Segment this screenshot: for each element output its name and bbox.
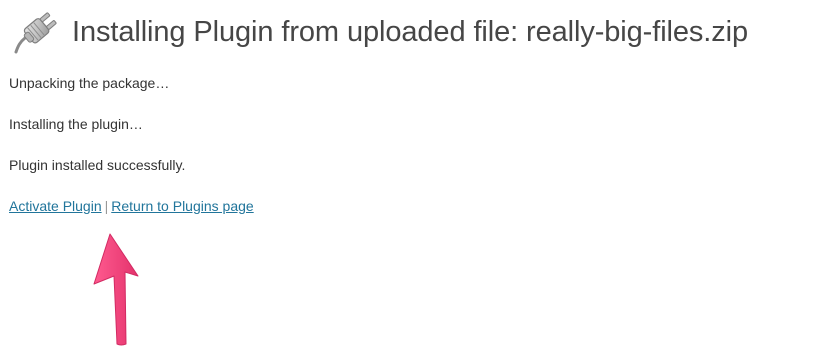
arrow-up-icon (93, 233, 139, 346)
page-title: Installing Plugin from uploaded file: re… (72, 15, 749, 48)
log-message-success: Plugin installed successfully. (9, 157, 186, 173)
log-message-installing: Installing the plugin… (9, 116, 143, 132)
page-header: Installing Plugin from uploaded file: re… (8, 8, 748, 56)
activate-plugin-link[interactable]: Activate Plugin (9, 198, 102, 214)
return-to-plugins-link[interactable]: Return to Plugins page (111, 198, 253, 214)
install-actions: Activate Plugin | Return to Plugins page (9, 197, 254, 215)
actions-separator: | (104, 198, 109, 214)
install-log: Unpacking the package… Installing the pl… (9, 74, 254, 238)
log-message-unpacking: Unpacking the package… (9, 75, 170, 91)
plugin-plug-icon (14, 12, 57, 54)
